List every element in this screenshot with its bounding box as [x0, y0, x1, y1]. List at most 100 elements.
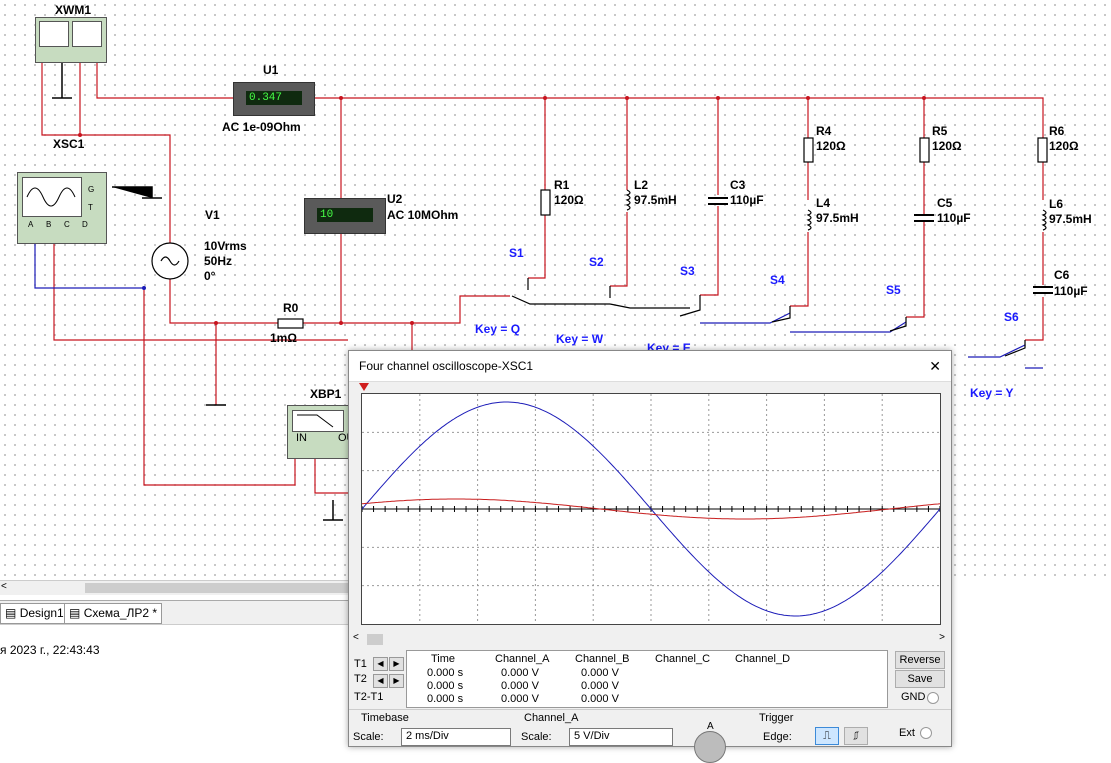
bode-in-label: IN	[296, 432, 307, 444]
oscilloscope-title: Four channel oscilloscope-XSC1	[359, 359, 534, 373]
col-header-channel-a: Channel_A	[495, 653, 550, 665]
switch-s5-name: S5	[886, 283, 901, 297]
voltmeter-name: U2	[387, 192, 403, 206]
close-button[interactable]: ✕	[929, 351, 941, 381]
r0-name: R0	[283, 301, 299, 315]
r6-value: 120Ω	[1049, 139, 1079, 153]
tab-design1[interactable]: ▤ Design1	[0, 603, 69, 624]
bode-name: XBP1	[310, 387, 342, 401]
r4-name: R4	[816, 124, 832, 138]
switch-s6-key: Key = Y	[970, 386, 1014, 400]
row-label-t1: T1	[354, 658, 367, 670]
r0-value: 1mΩ	[270, 331, 297, 345]
l2-name: L2	[634, 178, 649, 192]
switch-s3-name: S3	[680, 264, 695, 278]
oscilloscope-screen[interactable]	[361, 393, 941, 625]
t1-cursor-marker[interactable]	[359, 383, 369, 391]
scrollbar-thumb[interactable]	[367, 634, 383, 645]
rising-edge-icon: ⎍	[823, 730, 831, 742]
switch-s1-name: S1	[509, 246, 524, 260]
channel-selector-knob[interactable]	[694, 731, 726, 763]
wattmeter-name: XWM1	[55, 3, 91, 17]
status-timestamp: я 2023 г., 22:43:43	[0, 643, 100, 657]
row-label-t2-t1: T2-T1	[354, 691, 384, 703]
r6-name: R6	[1049, 124, 1065, 138]
wattmeter-v-gauge	[39, 21, 69, 47]
c6-name: C6	[1054, 268, 1070, 282]
l6-name: L6	[1049, 197, 1064, 211]
scope-grid-and-traces	[361, 394, 941, 624]
tab-schema-lr2[interactable]: ▤ Схема_ЛР2 *	[64, 603, 163, 624]
t1-channel-a: 0.000 V	[501, 667, 539, 679]
switch-s2-name: S2	[589, 255, 604, 269]
trigger-section-title: Trigger	[759, 712, 794, 724]
t1-time: 0.000 s	[427, 667, 464, 679]
rising-edge-button[interactable]: ⎍	[815, 727, 839, 745]
t2-t1-channel-a: 0.000 V	[501, 693, 539, 705]
t2-time: 0.000 s	[427, 680, 464, 692]
r1-name: R1	[554, 178, 570, 192]
source-frequency: 50Hz	[204, 254, 233, 268]
timebase-scale-input[interactable]: 2 ms/Div	[401, 728, 511, 746]
l4-name: L4	[816, 196, 831, 210]
source-voltage: 10Vrms	[204, 239, 247, 253]
schematic-doc-icon: ▤	[69, 606, 81, 620]
switch-s6-name: S6	[1004, 310, 1019, 324]
scroll-left-icon[interactable]: <	[1, 581, 7, 592]
c5-name: C5	[937, 196, 953, 210]
wattmeter-i-gauge	[72, 21, 102, 47]
source-phase: 0°	[204, 269, 216, 283]
scrollbar-thumb[interactable]	[85, 583, 350, 593]
col-header-channel-b: Channel_B	[575, 653, 630, 665]
falling-edge-button[interactable]: ⎎	[844, 727, 868, 745]
t2-channel-b: 0.000 V	[581, 680, 619, 692]
falling-edge-icon: ⎎	[853, 730, 859, 742]
t1-left-arrow-icon[interactable]: ◀	[373, 657, 388, 671]
c3-name: C3	[730, 178, 746, 192]
l4-value: 97.5mH	[816, 211, 859, 225]
t1-channel-b: 0.000 V	[581, 667, 619, 679]
bode-plotter-XBP1[interactable]: IN OU	[287, 405, 355, 459]
switch-s2-key: Key = W	[556, 332, 604, 346]
voltmeter-label: AC 10MOhm	[387, 208, 459, 222]
schematic-horizontal-scrollbar[interactable]: <	[0, 580, 360, 595]
document-tabs: ▤ Design1 ▤ Схема_ЛР2 *	[0, 600, 360, 625]
c5-value: 110µF	[937, 211, 971, 225]
scroll-right-icon[interactable]: >	[939, 632, 945, 643]
scope-icon	[22, 177, 82, 217]
c6-value: 110µF	[1054, 284, 1088, 298]
col-header-channel-c: Channel_C	[655, 653, 711, 665]
oscilloscope-scrollbar[interactable]: < >	[353, 632, 947, 646]
voltmeter-U2[interactable]: 10	[304, 198, 386, 234]
t2-channel-a: 0.000 V	[501, 680, 539, 692]
trigger-ext-label: Ext	[899, 727, 915, 739]
reverse-button[interactable]: Reverse	[895, 651, 945, 669]
switch-s1-key: Key = Q	[475, 322, 521, 336]
bode-icon	[292, 410, 344, 432]
scroll-left-icon[interactable]: <	[353, 632, 359, 643]
l2-value: 97.5mH	[634, 193, 677, 207]
oscilloscope-window[interactable]: Four channel oscilloscope-XSC1 ✕ < > T1 …	[348, 350, 952, 763]
r5-name: R5	[932, 124, 948, 138]
oscilloscope-XSC1-instrument[interactable]: A B C D G T	[17, 172, 107, 244]
channel-scale-input[interactable]: 5 V/Div	[569, 728, 673, 746]
t1-right-arrow-icon[interactable]: ▶	[389, 657, 404, 671]
gnd-radio[interactable]	[927, 692, 939, 704]
ammeter-U1[interactable]: 0.347	[233, 82, 315, 116]
t2-left-arrow-icon[interactable]: ◀	[373, 674, 388, 688]
ammeter-label: AC 1e-09Ohm	[222, 120, 301, 134]
r5-value: 120Ω	[932, 139, 962, 153]
cursor-readout-table: Time Channel_A Channel_B Channel_C Chann…	[406, 650, 888, 708]
t2-t1-channel-b: 0.000 V	[581, 693, 619, 705]
channel-section-title: Channel_A	[524, 712, 579, 724]
save-button[interactable]: Save	[895, 670, 945, 688]
oscilloscope-titlebar[interactable]: Four channel oscilloscope-XSC1 ✕	[349, 351, 951, 382]
row-label-t2: T2	[354, 673, 367, 685]
ext-radio[interactable]	[920, 727, 932, 739]
r4-value: 120Ω	[816, 139, 846, 153]
scope-t-label: T	[88, 203, 93, 212]
r1-value: 120Ω	[554, 193, 584, 207]
wattmeter-XWM1[interactable]	[35, 17, 107, 63]
switch-s4-name: S4	[770, 273, 785, 287]
t2-right-arrow-icon[interactable]: ▶	[389, 674, 404, 688]
